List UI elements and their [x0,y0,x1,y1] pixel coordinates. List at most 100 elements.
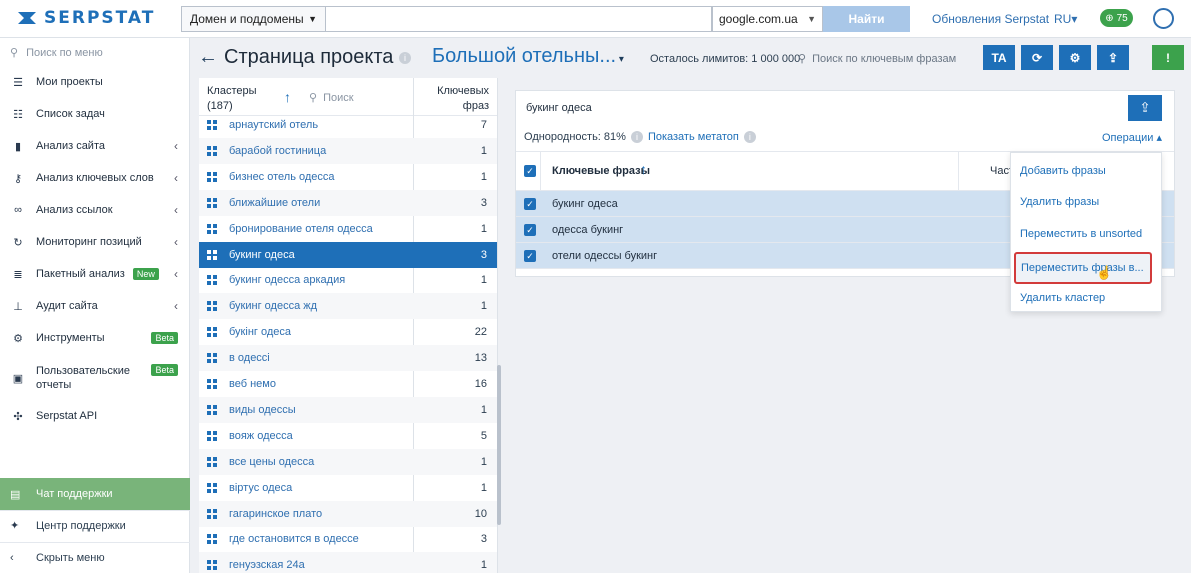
cluster-grid-icon [207,249,217,260]
cluster-grid-icon [207,456,217,467]
sidebar-item-link-analysis[interactable]: ∞ Анализ ссылок ‹ [0,196,190,224]
info-icon[interactable]: i [630,131,643,143]
cluster-row[interactable]: букинг одесса аркадия 1 [199,267,497,293]
show-metatags-link[interactable]: Показать метатоп [648,131,739,143]
search-icon: ⚲ [309,92,318,104]
cluster-keyword-count: 1 [480,222,487,235]
chat-support-button[interactable]: ▤ Чат поддержки [0,478,190,510]
sidebar-item-site-analysis[interactable]: ▮ Анализ сайта ‹ [0,132,190,160]
move-phrases-to-item[interactable]: Переместить фразы в... ☝ [1014,252,1152,284]
sidebar-item-tools[interactable]: ⚙ Инструменты Beta [0,324,190,352]
feedback-button[interactable]: ! [1152,45,1184,70]
export-button[interactable]: ⇪ [1097,45,1129,70]
cluster-row[interactable]: букинг одеса 3 [199,241,497,268]
cluster-row[interactable]: веб немо 16 [199,371,497,397]
cluster-keyword-count: 22 [474,326,487,339]
cluster-grid-icon [207,145,217,156]
sidebar-search[interactable]: ⚲ Поиск по меню [10,46,103,60]
sidebar-item-keyword-analysis[interactable]: ⚷ Анализ ключевых слов ‹ [0,164,190,192]
user-avatar-icon[interactable] [1153,8,1174,29]
sort-arrow-icon[interactable]: ↑ [284,89,291,105]
settings-button[interactable]: ⚙ [1059,45,1091,70]
select-all-checkbox[interactable]: ✓ [524,165,536,177]
cluster-keyword-count: 1 [480,170,487,183]
clusters-list: Кластеры (187) ↑ ⚲ Поиск Ключевых фраз ар… [199,78,498,573]
search-engine-select[interactable]: google.com.ua ▼ [712,6,823,32]
cluster-row[interactable]: букінг одеса 22 [199,319,497,345]
text-analytics-button[interactable]: TA [983,45,1015,70]
info-icon[interactable]: i [399,51,411,64]
row-checkbox[interactable]: ✓ [524,224,536,236]
cluster-row[interactable]: бизнес отель одесса 1 [199,164,497,190]
cluster-name: букинг одесса жд [229,300,318,313]
cluster-row[interactable]: все цены одесса 1 [199,448,497,475]
cluster-export-button[interactable]: ⇪ [1128,95,1162,121]
sidebar-item-label: Мониторинг позиций [36,236,142,248]
info-icon[interactable]: i [743,131,756,143]
find-button[interactable]: Найти [823,6,910,32]
domain-search-input[interactable] [325,6,712,32]
help-center-link[interactable]: ✦ Центр поддержки [0,510,190,540]
clusters-search[interactable]: ⚲ Поиск [309,91,354,105]
operations-toggle[interactable]: Операции ▴ [1102,131,1162,144]
domain-scope-select[interactable]: Домен и поддомены ▼ [181,6,326,32]
updates-link[interactable]: Обновления Serpstat [932,12,1049,26]
cluster-name: бронирование отеля одесса [229,222,373,235]
move-to-unsorted-item[interactable]: Переместить в unsorted [1011,218,1163,250]
sidebar-item-serpstat-api[interactable]: ✣ Serpstat API [0,402,190,430]
cluster-row[interactable]: віртус одеса 1 [199,475,497,501]
keywords-column-header[interactable]: Ключевые фразы [552,165,650,177]
key-icon: ⚷ [13,172,23,185]
back-arrow-icon[interactable]: ← [198,46,218,69]
cluster-row[interactable]: виды одессы 1 [199,396,497,423]
sort-arrow-icon[interactable]: ↑ [640,161,647,177]
cluster-grid-icon [207,223,217,234]
refresh-button[interactable]: ⟳ [1021,45,1053,70]
credits-badge[interactable]: ⊕ 75 [1100,9,1133,27]
sidebar-item-batch-analysis[interactable]: ≣ Пакетный анализ New ‹ [0,260,190,288]
add-phrases-item[interactable]: Добавить фразы [1011,155,1163,187]
cluster-row[interactable]: бронирование отеля одесса 1 [199,216,497,242]
sidebar-item-site-audit[interactable]: ⊥ Аудит сайта ‹ [0,292,190,320]
bar-chart-icon: ▮ [14,140,22,153]
cluster-row[interactable]: вояж одесса 5 [199,423,497,449]
serpstat-logo[interactable]: SERPSTAT [16,8,155,28]
project-select[interactable]: Большой отельны... ▾ [432,45,624,68]
keyword-phrase-search[interactable]: ⚲ Поиск по ключевым фразам [798,52,956,66]
delete-cluster-item[interactable]: Удалить кластер [1011,282,1163,314]
chevron-left-icon: ‹ [174,299,178,313]
hide-menu-button[interactable]: ‹ Скрыть меню [0,542,190,573]
row-checkbox[interactable]: ✓ [524,198,536,210]
cluster-name: веб немо [229,378,276,390]
cluster-row[interactable]: барабой гостиница 1 [199,137,497,164]
sidebar-item-my-projects[interactable]: ☰ Мои проекты [0,68,190,96]
sidebar-item-label: Анализ ссылок [36,204,113,216]
row-checkbox[interactable]: ✓ [524,250,536,262]
cluster-row[interactable]: в одессі 13 [199,345,497,372]
cluster-row[interactable]: гагаринское плато 10 [199,500,497,527]
delete-phrases-item[interactable]: Удалить фразы [1011,186,1163,218]
sidebar-item-task-list[interactable]: ☷ Список задач [0,100,190,128]
refresh-icon: ↻ [13,236,23,249]
caret-up-icon: ▴ [1156,132,1163,144]
sidebar: ⚲ Поиск по меню ☰ Мои проекты ☷ Список з… [0,38,190,573]
cluster-row[interactable]: ближайшие отели 3 [199,189,497,216]
cluster-row[interactable]: букинг одесса жд 1 [199,293,497,320]
caret-down-icon: ▼ [807,14,816,24]
sidebar-item-rank-tracking[interactable]: ↻ Мониторинг позиций ‹ [0,228,190,256]
search-icon: ⚲ [10,47,19,59]
cluster-row[interactable]: арнаутский отель 7 [199,112,497,138]
keywords-count-header[interactable]: Ключевых фраз [419,84,489,114]
clusters-scrollbar[interactable] [497,365,501,525]
cluster-row[interactable]: где остановится в одессе 3 [199,526,497,552]
cluster-title: букинг одеса [526,102,592,114]
cluster-grid-icon [207,120,217,130]
report-icon: ▣ [12,372,24,385]
language-select[interactable]: RU▾ [1054,12,1077,26]
sidebar-item-custom-reports[interactable]: ▣ Пользовательские отчеты Beta [0,360,190,396]
sidebar-item-label: Аудит сайта [36,300,98,312]
cluster-name: вояж одесса [229,429,293,442]
cluster-grid-icon [207,404,217,415]
chevron-left-icon: ‹ [174,203,178,217]
cluster-row[interactable]: генуэзская 24а 1 [199,552,497,573]
